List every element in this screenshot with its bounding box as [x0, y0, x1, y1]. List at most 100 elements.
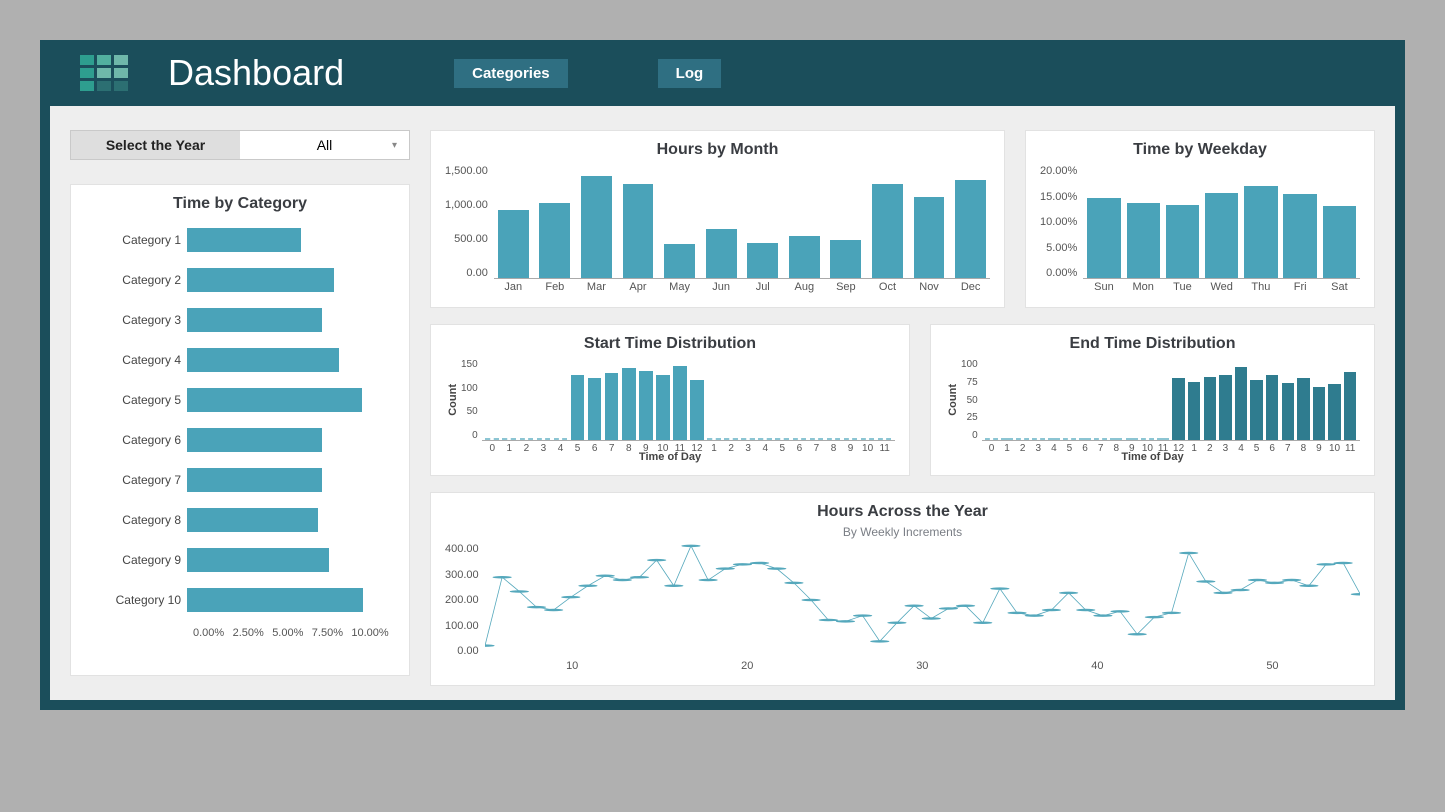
nav: Categories Log: [454, 59, 721, 88]
axis-tick: 9: [848, 443, 854, 454]
data-point: [492, 576, 511, 579]
bar: [539, 203, 570, 278]
zero-marker: [741, 438, 755, 440]
axis-tick: 10: [1329, 443, 1340, 454]
zero-marker: [1157, 438, 1169, 440]
axis-tick: 1: [507, 443, 513, 454]
axis-tick: 2: [524, 443, 530, 454]
zero-marker: [724, 438, 738, 440]
category-label: Category 3: [89, 313, 187, 327]
axis-tick: 30: [835, 660, 1010, 672]
bar-column: 1: [1186, 359, 1202, 440]
data-point: [973, 622, 992, 625]
bar-column: 11: [876, 359, 893, 440]
axis-tick: 500.00: [445, 233, 488, 245]
hbar-row: Category 2: [89, 265, 391, 295]
axis-tick: 9: [1129, 443, 1135, 454]
data-point: [485, 644, 495, 647]
bar-column: 5: [1249, 359, 1265, 440]
axis-tick: Jan: [504, 281, 522, 293]
bar-column: 6: [791, 359, 808, 440]
bar-column: 4: [1233, 359, 1249, 440]
bar-column: 9: [842, 359, 859, 440]
zero-marker: [554, 438, 568, 440]
bar-column: 6: [586, 359, 603, 440]
bar: [664, 244, 695, 278]
axis-tick: Sat: [1331, 281, 1348, 293]
hbar-row: Category 10: [89, 585, 391, 615]
bar-column: Sat: [1323, 165, 1356, 278]
hours-across-year-card: Hours Across the Year By Weekly Incremen…: [430, 492, 1375, 686]
axis-tick: 0.00: [445, 645, 479, 657]
data-point: [1196, 580, 1215, 583]
bar-column: Oct: [872, 165, 903, 278]
bar-column: 11: [671, 359, 688, 440]
bar-column: 9: [1124, 359, 1140, 440]
bar-column: 7: [603, 359, 620, 440]
bar-column: 6: [1077, 359, 1093, 440]
bar: [1219, 375, 1231, 440]
bar: [187, 508, 318, 532]
y-axis-label: Count: [445, 384, 461, 416]
axis-tick: 3: [541, 443, 547, 454]
bar-column: 5: [774, 359, 791, 440]
axis-tick: 20: [660, 660, 835, 672]
axis-tick: 0.00: [445, 267, 488, 279]
zero-marker: [861, 438, 875, 440]
bar: [1166, 205, 1199, 278]
bar-column: 4: [757, 359, 774, 440]
axis-tick: 25: [961, 412, 978, 423]
bar: [1282, 383, 1294, 440]
bar-column: 11: [1155, 359, 1171, 440]
year-selector-value[interactable]: All ▾: [240, 131, 409, 159]
zero-marker: [1016, 438, 1028, 440]
bar-column: Jul: [747, 165, 778, 278]
axis-tick: 6: [1082, 443, 1088, 454]
zero-marker: [985, 438, 997, 440]
bar: [673, 366, 687, 440]
data-point: [887, 622, 906, 625]
axis-tick: 5: [575, 443, 581, 454]
bar: [187, 268, 334, 292]
data-point: [1007, 612, 1026, 615]
bar-column: Dec: [955, 165, 986, 278]
axis-tick: 10: [657, 443, 668, 454]
header-bar: Dashboard Categories Log: [50, 40, 1395, 106]
bar: [498, 210, 529, 278]
end-time-card: End Time Distribution Count1007550250012…: [930, 324, 1375, 476]
bar-column: Apr: [623, 165, 654, 278]
bar: [914, 197, 945, 278]
axis-tick: 9: [1316, 443, 1322, 454]
line-series: [485, 546, 1360, 646]
bar: [1266, 375, 1278, 440]
bar: [1328, 384, 1340, 440]
bar-column: 7: [808, 359, 825, 440]
data-point: [1110, 610, 1129, 613]
axis-tick: 2: [1020, 443, 1026, 454]
bar-column: 10: [859, 359, 876, 440]
axis-tick: 11: [675, 443, 685, 454]
categories-button[interactable]: Categories: [454, 59, 568, 88]
log-button[interactable]: Log: [658, 59, 722, 88]
axis-tick: 6: [1269, 443, 1275, 454]
page-title: Dashboard: [168, 52, 344, 94]
zero-marker: [827, 438, 841, 440]
axis-tick: 40: [1010, 660, 1185, 672]
bar: [872, 184, 903, 278]
bar: [1313, 387, 1325, 440]
axis-tick: Sun: [1094, 281, 1114, 293]
category-label: Category 8: [89, 513, 187, 527]
data-point: [1076, 609, 1095, 612]
bar: [187, 308, 322, 332]
axis-tick: 1,000.00: [445, 199, 488, 211]
axis-tick: 8: [831, 443, 837, 454]
axis-tick: Wed: [1210, 281, 1232, 293]
data-point: [664, 584, 683, 587]
zero-marker: [520, 438, 534, 440]
axis-tick: Jul: [756, 281, 770, 293]
year-selector[interactable]: Select the Year All ▾: [70, 130, 410, 160]
hbar-row: Category 4: [89, 345, 391, 375]
bar-column: 3: [1218, 359, 1234, 440]
chart-title: Time by Weekday: [1040, 141, 1360, 159]
time-by-category-chart: Category 1Category 2Category 3Category 4…: [85, 219, 395, 639]
